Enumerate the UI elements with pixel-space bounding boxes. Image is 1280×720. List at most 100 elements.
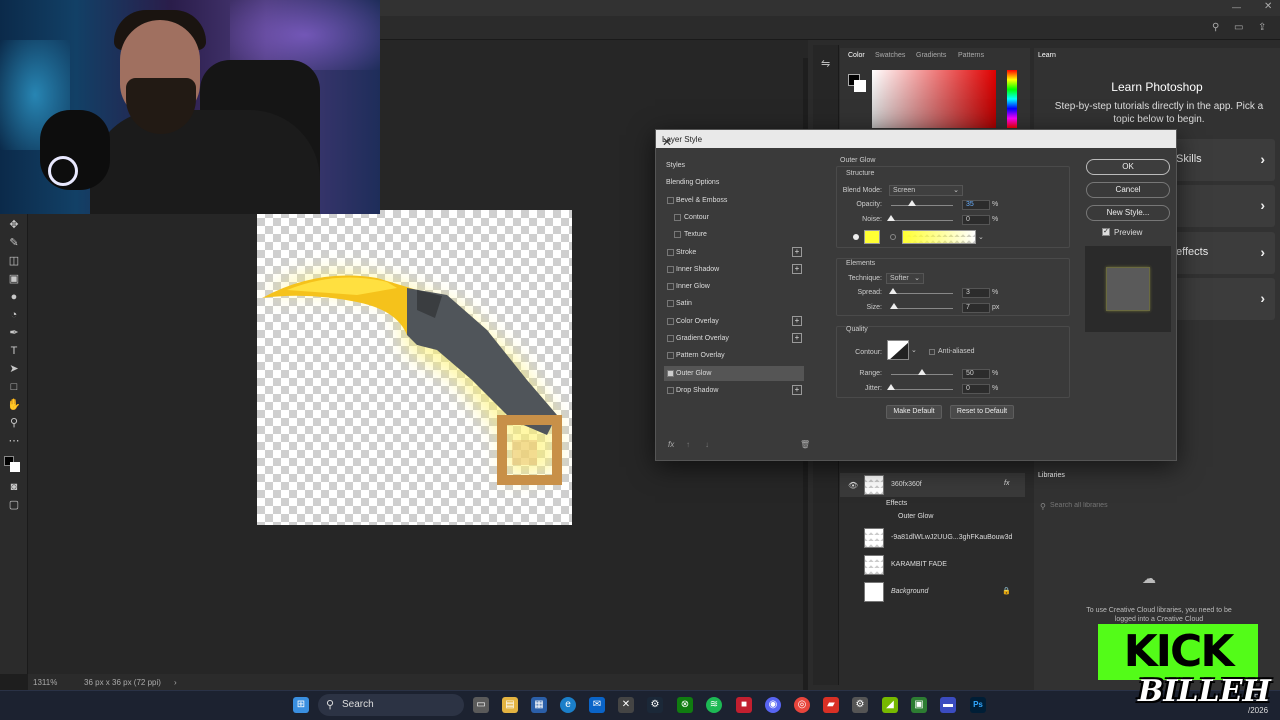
fx-icon[interactable]: fx [1004, 480, 1009, 487]
layer-row[interactable]: 👁 360fx360f fx [840, 473, 1025, 497]
spread-input[interactable]: 3 [962, 288, 990, 298]
panel-collapse-icon[interactable]: ⇋ [821, 57, 830, 70]
screen-mode-icon[interactable]: ▢ [6, 498, 22, 512]
zoom-tool-icon[interactable]: ⚲ [6, 416, 22, 430]
layer-effects-row[interactable]: Effects [840, 497, 1025, 511]
dodge-tool-icon[interactable]: ◔ [6, 308, 22, 322]
jitter-slider-track[interactable] [891, 389, 953, 390]
delete-effect-icon[interactable]: 🗑 [800, 440, 810, 449]
tab-gradients[interactable]: Gradients [916, 52, 946, 59]
chrome-icon[interactable]: ◎ [794, 697, 810, 713]
share-icon[interactable]: ⇪ [1258, 22, 1266, 33]
style-item[interactable]: Outer Glow [664, 365, 804, 381]
xbox-icon[interactable]: ⊗ [677, 697, 693, 713]
style-item[interactable]: Pattern Overlay [664, 348, 804, 363]
style-item[interactable]: Contour [664, 210, 804, 225]
nvidia-icon[interactable]: ◢ [882, 697, 898, 713]
range-input[interactable]: 50 [962, 369, 990, 379]
app-icon[interactable]: ▣ [911, 697, 927, 713]
gradient-tool-icon[interactable]: ▣ [6, 272, 22, 286]
layer-row[interactable]: KARAMBIT FADE [840, 553, 1025, 577]
close-window-icon[interactable]: ✕ [1264, 1, 1272, 12]
style-checkbox[interactable] [667, 248, 674, 256]
style-checkbox[interactable] [667, 369, 674, 377]
opacity-slider-track[interactable] [891, 205, 953, 206]
libraries-search-input[interactable] [1050, 499, 1200, 512]
background-swatch[interactable] [854, 80, 866, 92]
style-item[interactable]: Styles [664, 158, 804, 173]
hue-slider[interactable] [1007, 70, 1017, 128]
photoshop-icon[interactable]: Ps [970, 697, 986, 713]
chevron-down-icon[interactable]: ⌄ [911, 346, 917, 354]
layer-effect-item[interactable]: Outer Glow [840, 510, 1025, 524]
noise-input[interactable]: 0 [962, 215, 990, 225]
style-checkbox[interactable] [667, 335, 674, 342]
anti-aliased-checkbox[interactable] [929, 349, 935, 355]
style-item[interactable]: Stroke + [664, 245, 804, 260]
chevron-down-icon[interactable]: ⌄ [978, 233, 984, 241]
glow-color-swatch[interactable] [864, 230, 880, 244]
style-checkbox[interactable] [667, 265, 674, 273]
discord-icon[interactable]: ◉ [765, 697, 781, 713]
gradient-radio[interactable] [890, 234, 896, 240]
layer-row[interactable]: -9a81dlWLwJ2UUG...3ghFKauBouw3d [840, 526, 1025, 550]
add-effect-icon[interactable]: + [792, 246, 802, 257]
more-tools-icon[interactable]: ⋯ [6, 434, 22, 448]
path-selection-tool-icon[interactable]: ➤ [6, 362, 22, 376]
style-checkbox[interactable] [667, 317, 674, 325]
spread-slider-track[interactable] [891, 293, 953, 294]
add-effect-icon[interactable]: + [792, 333, 802, 343]
file-explorer-icon[interactable]: ▤ [502, 697, 518, 713]
glow-gradient-swatch[interactable] [902, 230, 976, 244]
style-item[interactable]: Color Overlay + [664, 314, 804, 329]
opacity-input[interactable]: 35 [962, 200, 990, 210]
jitter-input[interactable]: 0 [962, 384, 990, 394]
style-item[interactable]: Satin [664, 296, 804, 311]
move-tool-icon[interactable]: ✥ [6, 218, 22, 232]
fx-menu-icon[interactable]: fx [668, 440, 674, 449]
opacity-slider-thumb[interactable] [908, 200, 916, 206]
windows-start-icon[interactable]: ⊞ [293, 697, 309, 713]
style-item[interactable]: Blending Options [664, 175, 804, 190]
app-icon[interactable]: ✕ [618, 697, 634, 713]
tab-libraries[interactable]: Libraries [1038, 472, 1065, 479]
new-style-button[interactable]: New Style... [1086, 205, 1170, 221]
style-checkbox[interactable] [674, 213, 681, 221]
style-checkbox[interactable] [667, 300, 674, 308]
tab-swatches[interactable]: Swatches [875, 52, 905, 59]
app-icon[interactable]: ▬ [940, 697, 956, 713]
range-slider-thumb[interactable] [918, 369, 926, 375]
search-icon[interactable]: ⚲ [1212, 22, 1219, 33]
mail-icon[interactable]: ✉ [589, 697, 605, 713]
noise-slider-track[interactable] [891, 220, 953, 221]
style-item[interactable]: Bevel & Emboss [664, 193, 804, 208]
zoom-level[interactable]: 1311% [33, 678, 57, 687]
style-item[interactable]: Inner Shadow + [664, 262, 804, 277]
make-default-button[interactable]: Make Default [886, 405, 942, 419]
visibility-eye-icon[interactable]: 👁 [848, 481, 858, 490]
move-down-icon[interactable]: ↓ [705, 440, 709, 449]
background-color-swatch[interactable] [10, 462, 20, 472]
style-item[interactable]: Drop Shadow + [664, 383, 804, 398]
spotify-icon[interactable]: ≋ [706, 697, 722, 713]
style-checkbox[interactable] [667, 283, 674, 291]
style-checkbox[interactable] [667, 386, 674, 394]
contour-preview[interactable] [887, 340, 909, 360]
preview-checkbox[interactable]: ✓ [1102, 228, 1110, 236]
spread-slider-thumb[interactable] [889, 288, 897, 294]
style-checkbox[interactable] [667, 196, 674, 204]
status-arrow-icon[interactable]: › [174, 678, 177, 687]
add-effect-icon[interactable]: + [792, 315, 802, 326]
blur-tool-icon[interactable]: ● [6, 290, 22, 304]
app-icon[interactable]: ■ [736, 697, 752, 713]
layer-row[interactable]: Background 🔒 [840, 580, 1025, 604]
style-checkbox[interactable] [674, 231, 681, 239]
tab-patterns[interactable]: Patterns [958, 52, 984, 59]
style-checkbox[interactable] [667, 352, 674, 360]
technique-select[interactable]: Softer ⌄ [886, 273, 924, 284]
store-icon[interactable]: ▦ [531, 697, 547, 713]
size-slider-track[interactable] [891, 308, 953, 309]
reset-to-default-button[interactable]: Reset to Default [950, 405, 1014, 419]
brush-tool-icon[interactable]: ✎ [6, 236, 22, 250]
size-slider-thumb[interactable] [890, 303, 898, 309]
